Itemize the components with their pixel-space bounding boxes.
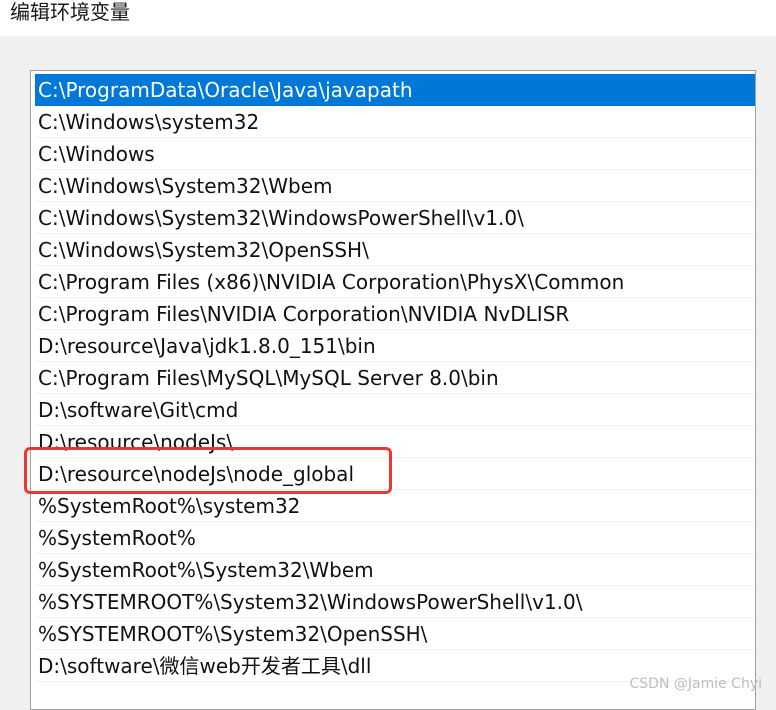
path-item[interactable]: %SYSTEMROOT%\System32\OpenSSH\ [35,618,755,650]
path-item[interactable]: C:\Windows\System32\Wbem [35,170,755,202]
dialog-title-bar: 编辑环境变量 [0,0,776,36]
path-list-rows: C:\ProgramData\Oracle\Java\javapath C:\W… [35,74,755,682]
path-item[interactable]: %SystemRoot%\System32\Wbem [35,554,755,586]
path-item[interactable]: C:\Windows\System32\WindowsPowerShell\v1… [35,202,755,234]
path-list[interactable]: C:\ProgramData\Oracle\Java\javapath C:\W… [30,70,756,710]
path-item[interactable]: D:\resource\nodeJs\ [35,426,755,458]
path-item[interactable]: C:\Windows [35,138,755,170]
path-item[interactable]: C:\Program Files (x86)\NVIDIA Corporatio… [35,266,755,298]
path-item[interactable]: C:\Program Files\MySQL\MySQL Server 8.0\… [35,362,755,394]
path-item[interactable]: C:\ProgramData\Oracle\Java\javapath [35,74,755,106]
path-item[interactable]: %SystemRoot% [35,522,755,554]
dialog-title: 编辑环境变量 [10,0,130,24]
path-item[interactable]: C:\Program Files\NVIDIA Corporation\NVID… [35,298,755,330]
watermark: CSDN @Jamie Chyi [629,676,763,692]
path-item[interactable]: C:\Windows\system32 [35,106,755,138]
path-item[interactable]: C:\Windows\System32\OpenSSH\ [35,234,755,266]
path-item[interactable]: %SystemRoot%\system32 [35,490,755,522]
path-item[interactable]: D:\resource\Java\jdk1.8.0_151\bin [35,330,755,362]
path-item[interactable]: D:\software\Git\cmd [35,394,755,426]
path-item-highlighted[interactable]: D:\resource\nodeJs\node_global [35,458,755,490]
path-item[interactable]: %SYSTEMROOT%\System32\WindowsPowerShell\… [35,586,755,618]
